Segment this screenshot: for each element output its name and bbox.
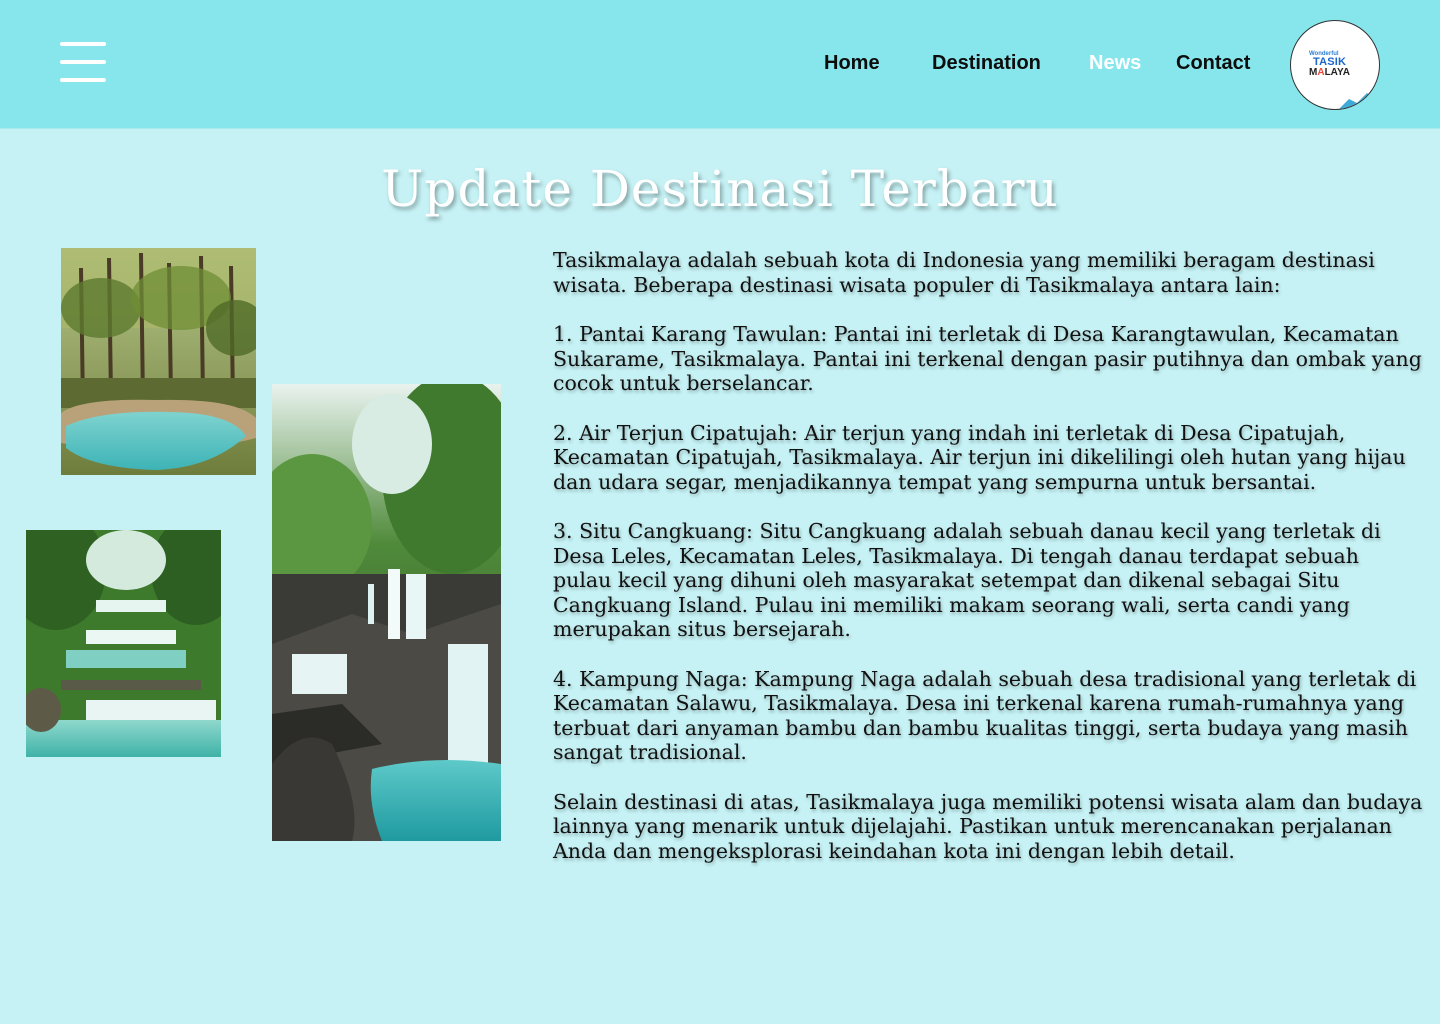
page-title: Update Destinasi Terbaru	[381, 160, 1059, 218]
hamburger-bar	[60, 60, 106, 64]
hamburger-bar	[60, 78, 106, 82]
article-item-3: 3. Situ Cangkuang: Situ Cangkuang adalah…	[553, 519, 1381, 641]
article-intro: Tasikmalaya adalah sebuah kota di Indone…	[553, 248, 1375, 297]
logo-letters: LAYA	[1324, 67, 1350, 78]
article-item-4: 4. Kampung Naga: Kampung Naga adalah seb…	[553, 666, 1417, 765]
nav-contact-link[interactable]: Contact	[1176, 52, 1250, 75]
article-body: Tasikmalaya adalah sebuah kota di Indone…	[553, 248, 1423, 888]
cascade-photo	[26, 530, 221, 757]
waterfall-photo	[272, 384, 501, 841]
nav-news-link[interactable]: News	[1089, 52, 1141, 75]
article-closing: Selain destinasi di atas, Tasikmalaya ju…	[553, 789, 1423, 863]
top-navbar: Home Destination News Contact Wonderful …	[0, 0, 1440, 129]
logo-letter-accent: A	[1317, 67, 1325, 78]
logo-wave-icon	[1339, 93, 1379, 109]
forest-pool-photo	[61, 248, 256, 475]
nav-home-link[interactable]: Home	[824, 52, 880, 75]
nav-destination-link[interactable]: Destination	[932, 52, 1041, 75]
article-item-2: 2. Air Terjun Cipatujah: Air terjun yang…	[553, 420, 1406, 494]
hamburger-bar	[60, 42, 106, 46]
article-item-1: 1. Pantai Karang Tawulan: Pantai ini ter…	[553, 322, 1422, 395]
logo-text-malaya: MALAYA	[1309, 67, 1350, 78]
tasikmalaya-logo[interactable]: Wonderful TASIK MALAYA	[1290, 20, 1380, 110]
hamburger-menu-icon[interactable]	[60, 42, 106, 84]
